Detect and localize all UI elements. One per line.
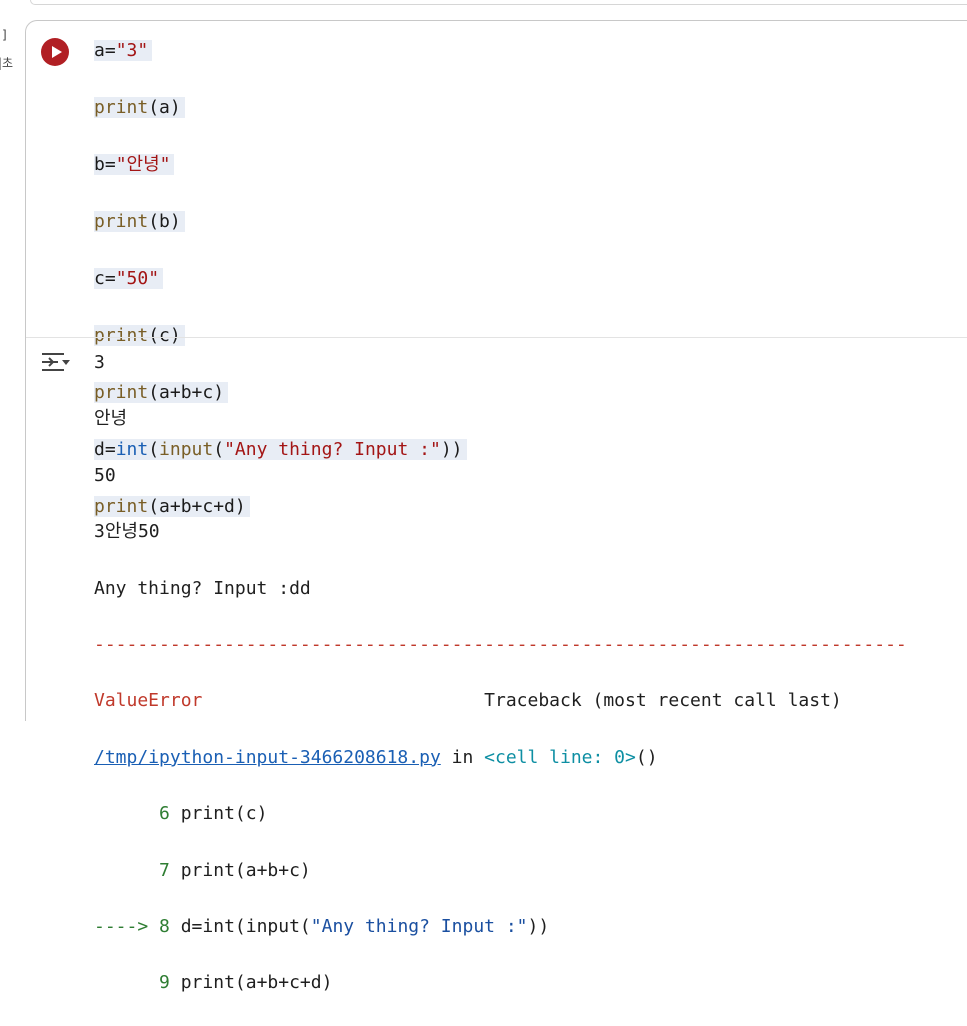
execution-time-label: |초: [0, 56, 14, 70]
cell-output: 3 안녕 50 3안녕50 Any thing? Input :dd -----…: [94, 349, 907, 1026]
traceback-code: print(a+b+c+d): [180, 972, 333, 994]
traceback-prefix: [94, 860, 159, 881]
output-toggle-glyph: [42, 353, 70, 371]
output-line: 안녕: [94, 408, 128, 430]
traceback-cell-ref: <cell line: 0>: [484, 746, 636, 768]
code-line: b="안녕": [94, 151, 467, 180]
traceback-line-number: 9: [159, 972, 170, 994]
traceback-line: 7 print(a+b+c): [94, 857, 907, 885]
traceback-header: Traceback (most recent call last): [484, 690, 842, 712]
output-line: Any thing? Input :dd: [94, 577, 311, 599]
traceback-line: 9 print(a+b+c+d): [94, 969, 907, 997]
traceback-prefix: [94, 803, 159, 824]
code-line: print(b): [94, 208, 467, 237]
traceback-line-number: 7: [159, 859, 170, 881]
run-cell-button[interactable]: [41, 38, 69, 66]
code-line: print(a): [94, 94, 467, 123]
traceback-code-string: "Any thing? Input :": [310, 915, 528, 937]
traceback-code: print(a+b+c): [180, 859, 311, 881]
traceback-line-current: ----> 8 d=int(input("Any thing? Input :"…: [94, 913, 907, 941]
code-line: a="3": [94, 37, 467, 66]
error-separator: ----------------------------------------…: [94, 633, 907, 655]
error-name: ValueError: [94, 690, 203, 712]
traceback-code: )): [527, 915, 550, 937]
execution-count-bracket: ]: [2, 28, 7, 42]
code-line: c="50": [94, 265, 467, 294]
output-line: 3안녕50: [94, 521, 160, 543]
error-header: ValueError Traceback (most recent call l…: [94, 687, 907, 715]
traceback-in-word: in: [440, 746, 485, 768]
output-toggle-icon[interactable]: [40, 350, 72, 376]
traceback-line-number: 8: [159, 915, 170, 937]
previous-cell-border: [30, 0, 967, 5]
output-line: 50: [94, 464, 116, 486]
traceback-file-link[interactable]: /tmp/ipython-input-3466208618.py: [94, 747, 441, 768]
cell-output-divider: [26, 337, 967, 338]
traceback-prefix: [94, 972, 159, 993]
output-line: 3: [94, 352, 105, 373]
traceback-location: /tmp/ipython-input-3466208618.py in <cel…: [94, 744, 907, 772]
traceback-code: d=int(input(: [180, 915, 311, 937]
traceback-line-number: 6: [159, 803, 170, 825]
traceback-arrow: ---->: [94, 915, 160, 937]
traceback-code: print(c): [180, 803, 268, 825]
play-icon: [52, 46, 62, 58]
traceback-cell-ref-suffix: (): [635, 746, 658, 768]
traceback-line: 6 print(c): [94, 800, 907, 828]
